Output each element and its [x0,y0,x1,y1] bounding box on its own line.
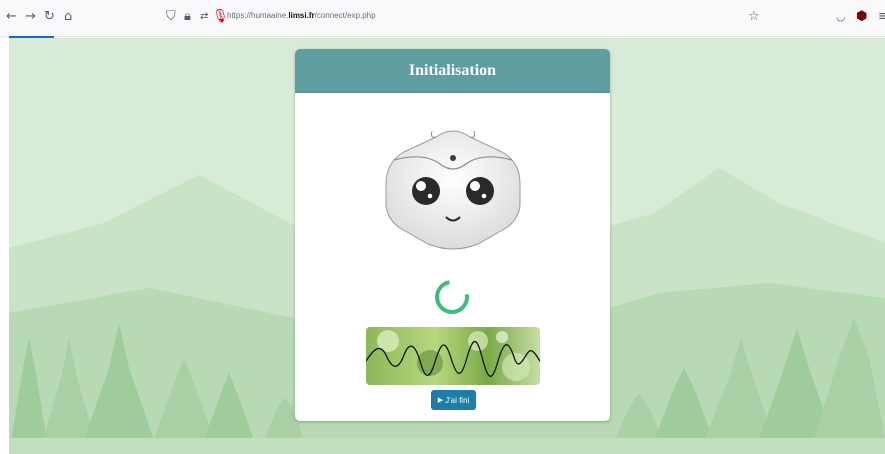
url-text[interactable]: https://humaaine.limsi.fr/connect/exp.ph… [227,11,376,20]
initialisation-card: Initialisation ▶ J'ai fini [295,49,610,421]
back-arrow-icon[interactable]: ← [6,9,17,25]
home-icon[interactable]: ⌂ [64,9,72,25]
pocket-icon[interactable]: ◡ [836,9,846,25]
done-button-label: J'ai fini [445,395,470,405]
address-bar[interactable]: ⛉ 🔒︎ ⇄ 🎙︎ https://humaaine.limsi.fr/conn… [160,5,780,30]
reload-icon[interactable]: ↻ [44,9,55,25]
robot-face [385,130,521,250]
done-button[interactable]: ▶ J'ai fini [431,390,476,410]
loading-spinner [428,273,476,321]
browser-toolbar: ← → ↻ ⌂ ⛉ 🔒︎ ⇄ 🎙︎ https://humaaine.limsi… [0,0,885,37]
audio-waveform-image [366,327,540,385]
menu-icon[interactable]: ≡ [878,9,885,25]
url-domain: limsi.fr [288,11,315,20]
url-path: /connect/exp.php [314,11,376,20]
url-prefix: https://humaaine. [227,11,289,20]
forward-arrow-icon[interactable]: → [25,9,36,25]
page-content: Initialisation ▶ J'ai fini [9,38,885,454]
card-title: Initialisation [408,61,497,79]
star-icon[interactable]: ☆ [748,9,760,25]
ublock-icon[interactable]: ⬢ [856,9,867,25]
permissions-icon[interactable]: ⇄ [200,9,208,25]
shield-icon[interactable]: ⛉ [166,9,176,25]
card-header: Initialisation [295,49,610,93]
lock-icon[interactable]: 🔒︎ [184,9,191,25]
play-step-icon: ▶ [437,397,444,404]
